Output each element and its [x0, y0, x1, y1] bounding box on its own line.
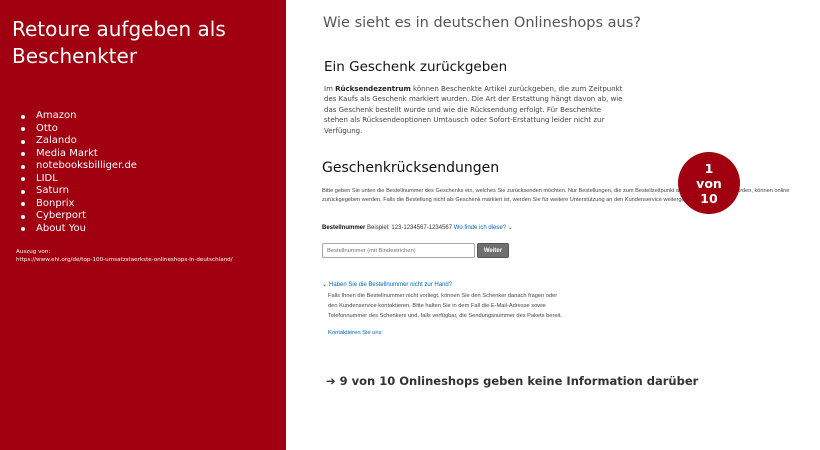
- shop-list-item: About You: [20, 223, 137, 236]
- no-order-number-toggle[interactable]: ⌄ Haben Sie die Bestellnummer nicht zur H…: [322, 281, 452, 288]
- shop-list-item: Zalando: [20, 135, 137, 148]
- gift-para-prefix: Im: [324, 85, 336, 93]
- counter-current: 1: [704, 160, 714, 176]
- source-label: Auszug von:: [16, 249, 51, 255]
- order-number-help-link[interactable]: Wo finde ich diese?: [454, 225, 506, 231]
- left-panel: Retoure aufgeben als Beschenkter Amazon …: [0, 0, 286, 450]
- return-center-term: Rücksendezentrum: [335, 85, 411, 93]
- gift-return-paragraph: Im Rücksendezentrum können Beschenkte Ar…: [324, 84, 624, 136]
- shop-list-item: Otto: [20, 123, 137, 136]
- no-order-number-help: Falls Ihnen die Bestellnummer nicht vorl…: [328, 293, 562, 319]
- order-number-example: Beispiel: 123-1234567-1234567: [367, 225, 453, 231]
- conclusion-text: 9 von 10 Onlineshops geben keine Informa…: [339, 374, 699, 388]
- gift-return-heading: Ein Geschenk zurückgeben: [324, 59, 508, 75]
- order-number-label-row: Bestellnummer Beispiel: 123-1234567-1234…: [322, 224, 513, 231]
- shop-list-item: Saturn: [20, 185, 137, 198]
- question-heading: Wie sieht es in deutschen Onlineshops au…: [323, 15, 641, 31]
- shop-list-item: Bonprix: [20, 198, 137, 211]
- order-number-label: Bestellnummer: [322, 225, 366, 231]
- counter-total: 10: [700, 190, 718, 206]
- chevron-down-icon: ⌄: [322, 282, 328, 288]
- no-order-number-toggle-label: Haben Sie die Bestellnummer nicht zur Ha…: [329, 282, 453, 288]
- counter-word: von: [696, 175, 722, 191]
- shop-list-item: Amazon: [20, 110, 137, 123]
- gift-returns-heading: Geschenkrücksendungen: [322, 160, 500, 176]
- shop-list-item: LIDL: [20, 173, 137, 186]
- arrow-right-icon: ➔: [326, 374, 336, 388]
- shop-list-item: Cyberport: [20, 210, 137, 223]
- right-panel: Wie sieht es in deutschen Onlineshops au…: [286, 0, 820, 450]
- shop-screenshot: Ein Geschenk zurückgeben Im Rücksendezen…: [322, 52, 802, 352]
- chevron-down-icon: ⌄: [507, 225, 513, 231]
- source-url: https://www.ehi.org/de/top-100-umsatzsta…: [16, 257, 233, 263]
- contact-us-link[interactable]: Kontaktieren Sie uns: [328, 330, 382, 336]
- slide-title: Retoure aufgeben als Beschenkter: [12, 17, 226, 68]
- shop-list: Amazon Otto Zalando Media Markt notebook…: [20, 110, 137, 235]
- order-number-input[interactable]: [322, 243, 475, 258]
- shop-list-item: notebooksbilliger.de: [20, 160, 137, 173]
- conclusion-statement: ➔ 9 von 10 Onlineshops geben keine Infor…: [326, 374, 698, 388]
- shop-list-item: Media Markt: [20, 148, 137, 161]
- continue-button[interactable]: Weiter: [477, 243, 509, 258]
- source-note: Auszug von: https://www.ehi.org/de/top-1…: [16, 248, 281, 264]
- counter-badge: 1 von 10: [678, 152, 740, 214]
